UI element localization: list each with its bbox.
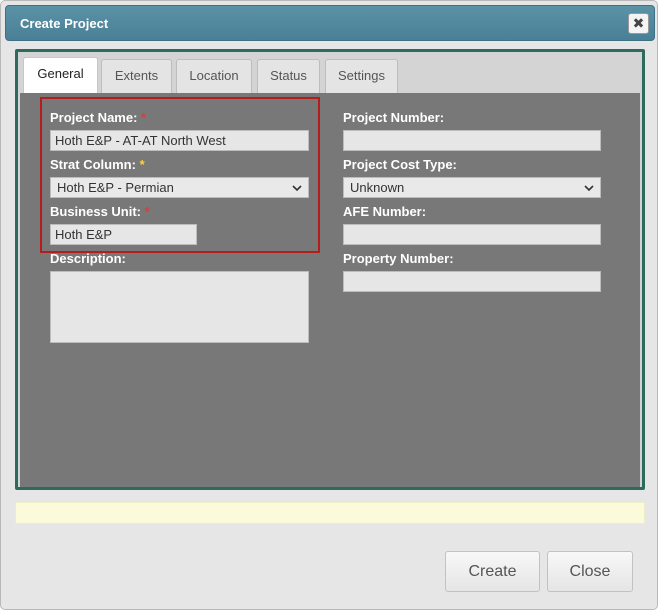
strat-column-label: Strat Column: * [50, 157, 145, 172]
status-message-bar [15, 502, 645, 524]
close-icon[interactable]: ✖ [628, 13, 649, 34]
tab-status[interactable]: Status [257, 59, 320, 93]
tab-settings[interactable]: Settings [325, 59, 398, 93]
project-cost-type-select[interactable]: Unknown [343, 177, 601, 198]
project-number-label: Project Number: [343, 110, 445, 125]
strat-column-select[interactable]: Hoth E&P - Permian [50, 177, 309, 198]
create-project-dialog: Create Project ✖ General Extents Locatio… [0, 0, 658, 610]
chevron-down-icon [292, 185, 302, 192]
tab-location[interactable]: Location [176, 59, 252, 93]
project-cost-type-value: Unknown [350, 180, 405, 195]
required-marker: * [139, 157, 145, 172]
close-button[interactable]: Close [547, 551, 633, 592]
tab-general[interactable]: General [23, 57, 98, 94]
business-unit-label: Business Unit: * [50, 204, 150, 219]
create-button[interactable]: Create [445, 551, 540, 592]
property-number-input[interactable] [343, 271, 601, 292]
business-unit-input[interactable]: Hoth E&P [50, 224, 197, 245]
description-label: Description: [50, 251, 126, 266]
dialog-title: Create Project [20, 16, 109, 31]
required-marker: * [141, 110, 147, 125]
project-name-input[interactable]: Hoth E&P - AT-AT North West [50, 130, 309, 151]
project-cost-type-label: Project Cost Type: [343, 157, 457, 172]
dialog-titlebar[interactable]: Create Project ✖ [5, 5, 655, 41]
tabs-container: General Extents Location Status Settings… [15, 49, 645, 490]
chevron-down-icon [584, 185, 594, 192]
strat-column-value: Hoth E&P - Permian [57, 180, 174, 195]
general-tab-panel: Project Name: * Hoth E&P - AT-AT North W… [20, 93, 640, 487]
description-textarea[interactable] [50, 271, 309, 343]
property-number-label: Property Number: [343, 251, 454, 266]
project-number-input[interactable] [343, 130, 601, 151]
tab-extents[interactable]: Extents [101, 59, 172, 93]
project-name-label: Project Name: * [50, 110, 147, 125]
afe-number-input[interactable] [343, 224, 601, 245]
afe-number-label: AFE Number: [343, 204, 427, 219]
required-marker: * [144, 204, 150, 219]
